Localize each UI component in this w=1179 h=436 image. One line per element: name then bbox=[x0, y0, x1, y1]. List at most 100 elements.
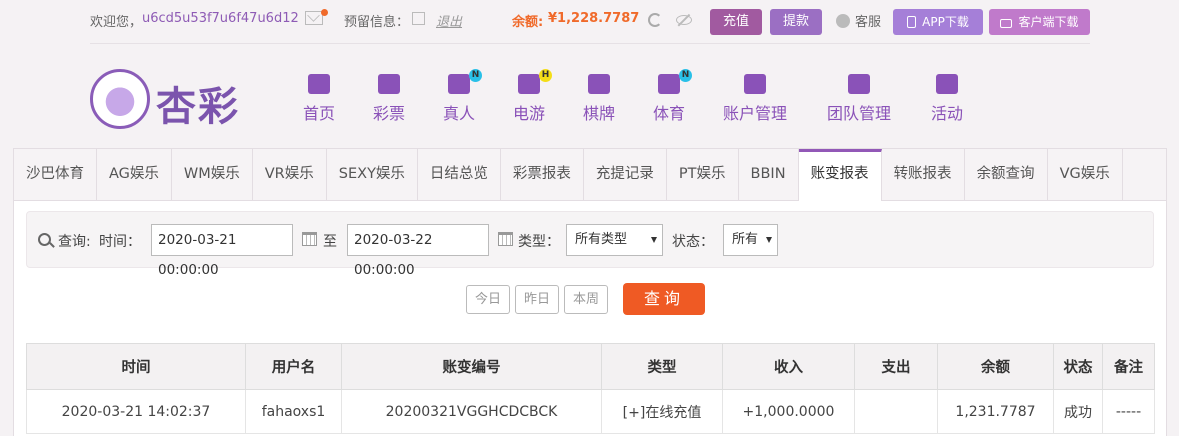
calendar-icon[interactable] bbox=[302, 232, 317, 246]
tab-3[interactable]: VR娱乐 bbox=[253, 149, 327, 200]
tab-4[interactable]: SEXY娱乐 bbox=[327, 149, 418, 200]
username[interactable]: u6cd5u53f7u6f47u6d12 bbox=[142, 11, 299, 26]
column-header: 状态 bbox=[1053, 343, 1103, 390]
tab-7[interactable]: 充提记录 bbox=[584, 149, 667, 200]
to-label: 至 bbox=[323, 234, 337, 250]
edit-icon[interactable] bbox=[412, 12, 425, 25]
search-icon bbox=[38, 233, 51, 246]
table-cell: 1,231.7787 bbox=[937, 389, 1054, 434]
tab-0[interactable]: 沙巴体育 bbox=[14, 149, 97, 200]
deposit-button[interactable]: 充值 bbox=[710, 9, 762, 35]
nav-item-label: 真人 bbox=[443, 104, 476, 123]
nav-item-8[interactable]: 活动 bbox=[931, 74, 963, 124]
table-row: 2020-03-21 14:02:37 fahaoxs1 20200321VGGHC… bbox=[26, 389, 1155, 434]
reserved-info-label: 预留信息： bbox=[344, 15, 410, 30]
home-icon bbox=[308, 74, 330, 94]
tab-6[interactable]: 彩票报表 bbox=[501, 149, 584, 200]
trophy-icon: N bbox=[658, 69, 692, 94]
logout-link[interactable]: 退出 bbox=[436, 11, 462, 30]
column-header: 时间 bbox=[26, 343, 246, 390]
balance-label: 余额: bbox=[512, 15, 544, 30]
end-time-input[interactable]: 2020-03-22 00:00:00 bbox=[347, 224, 489, 278]
status-select[interactable]: 所有 bbox=[723, 224, 778, 256]
site-logo[interactable]: 杏彩 bbox=[90, 68, 250, 130]
transaction-table: 时间 用户名 账变编号 类型 收入 支出 余额 状态 备注 2020-03-21 14:02:3… bbox=[26, 343, 1155, 434]
app-download-label: APP下载 bbox=[922, 15, 969, 29]
search-button[interactable]: 查询 bbox=[623, 283, 705, 315]
table-cell: +1,000.0000 bbox=[722, 389, 855, 434]
tab-8[interactable]: PT娱乐 bbox=[667, 149, 739, 200]
table-cell: 成功 bbox=[1053, 389, 1103, 434]
dropdown-arrow-icon bbox=[766, 237, 772, 243]
tab-11[interactable]: 转账报表 bbox=[882, 149, 965, 200]
nav-badge: H bbox=[539, 69, 552, 82]
nav-item-7[interactable]: 团队管理 bbox=[827, 74, 891, 124]
nav-badge: N bbox=[469, 69, 482, 82]
logo-emblem-icon bbox=[90, 69, 150, 129]
table-body: 2020-03-21 14:02:37 fahaoxs1 20200321VGGHC… bbox=[26, 389, 1155, 434]
this-week-button[interactable]: 本周 bbox=[564, 285, 608, 314]
column-header: 类型 bbox=[601, 343, 723, 390]
gamepad-icon: H bbox=[518, 69, 552, 94]
top-bar: 欢迎您， u6cd5u53f7u6f47u6d12 预留信息： 退出 余额: ¥… bbox=[90, 0, 1090, 44]
customer-service-icon[interactable] bbox=[836, 14, 850, 28]
dropdown-arrow-icon bbox=[651, 237, 657, 243]
hide-balance-icon[interactable] bbox=[676, 15, 692, 25]
tab-1[interactable]: AG娱乐 bbox=[97, 149, 172, 200]
type-select[interactable]: 所有类型 bbox=[566, 224, 663, 256]
start-time-input[interactable]: 2020-03-21 00:00:00 bbox=[151, 224, 293, 278]
tab-5[interactable]: 日结总览 bbox=[418, 149, 501, 200]
tab-13[interactable]: VG娱乐 bbox=[1048, 149, 1123, 200]
calendar-icon[interactable] bbox=[498, 232, 513, 246]
phone-icon bbox=[907, 16, 917, 28]
table-cell: 2020-03-21 14:02:37 bbox=[26, 389, 246, 434]
table-cell bbox=[854, 389, 938, 434]
app-download-button[interactable]: APP下载 bbox=[893, 9, 983, 35]
welcome-text: 欢迎您， bbox=[90, 15, 143, 30]
nav-item-4[interactable]: 棋牌 bbox=[583, 74, 615, 124]
nav-item-label: 首页 bbox=[303, 104, 336, 123]
type-label: 类型： bbox=[518, 234, 560, 250]
nav-item-label: 彩票 bbox=[373, 104, 406, 123]
client-download-button[interactable]: 客户端下载 bbox=[989, 9, 1090, 35]
yesterday-button[interactable]: 昨日 bbox=[515, 285, 559, 314]
table-cell: 20200321VGGHCDCBCK bbox=[341, 389, 602, 434]
account-icon bbox=[744, 74, 766, 94]
nav-item-1[interactable]: 彩票 bbox=[373, 74, 405, 124]
live-dealer-icon: N bbox=[448, 69, 482, 94]
column-header: 备注 bbox=[1102, 343, 1155, 390]
table-cell: ----- bbox=[1102, 389, 1155, 434]
refresh-icon[interactable] bbox=[648, 13, 662, 27]
query-label: 查询: bbox=[58, 234, 91, 250]
nav-badge: N bbox=[679, 69, 692, 82]
nav-item-label: 活动 bbox=[931, 104, 964, 123]
lottery-icon bbox=[378, 74, 400, 94]
balance-value: ¥1,228.7787 bbox=[548, 11, 640, 26]
table-cell: fahaoxs1 bbox=[245, 389, 342, 434]
client-download-label: 客户端下载 bbox=[1018, 15, 1079, 29]
time-label: 时间： bbox=[99, 234, 141, 250]
gift-icon bbox=[936, 74, 958, 94]
nav-item-0[interactable]: 首页 bbox=[303, 74, 335, 124]
withdraw-button[interactable]: 提款 bbox=[770, 9, 822, 35]
nav-item-5[interactable]: N 体育 bbox=[653, 69, 692, 124]
column-header: 余额 bbox=[937, 343, 1054, 390]
nav-item-label: 棋牌 bbox=[583, 104, 616, 123]
today-button[interactable]: 今日 bbox=[466, 285, 510, 314]
nav-item-label: 体育 bbox=[653, 104, 686, 123]
tab-10[interactable]: 账变报表 bbox=[798, 149, 882, 201]
tab-9[interactable]: BBIN bbox=[739, 149, 799, 200]
customer-service-link[interactable]: 客服 bbox=[855, 11, 881, 30]
column-header: 账变编号 bbox=[341, 343, 602, 390]
nav-item-3[interactable]: H 电游 bbox=[513, 69, 552, 124]
tab-12[interactable]: 余额查询 bbox=[965, 149, 1048, 200]
team-icon bbox=[848, 74, 870, 94]
column-header: 支出 bbox=[854, 343, 938, 390]
query-bar: 查询: 时间： 2020-03-21 00:00:00 至 2020-03-22… bbox=[26, 211, 1154, 278]
type-select-value: 所有类型 bbox=[575, 232, 628, 247]
nav-item-2[interactable]: N 真人 bbox=[443, 69, 482, 124]
table-header-row: 时间 用户名 账变编号 类型 收入 支出 余额 状态 备注 bbox=[26, 343, 1155, 390]
column-header: 用户名 bbox=[245, 343, 342, 390]
nav-item-6[interactable]: 账户管理 bbox=[723, 74, 787, 124]
tab-2[interactable]: WM娱乐 bbox=[172, 149, 253, 200]
